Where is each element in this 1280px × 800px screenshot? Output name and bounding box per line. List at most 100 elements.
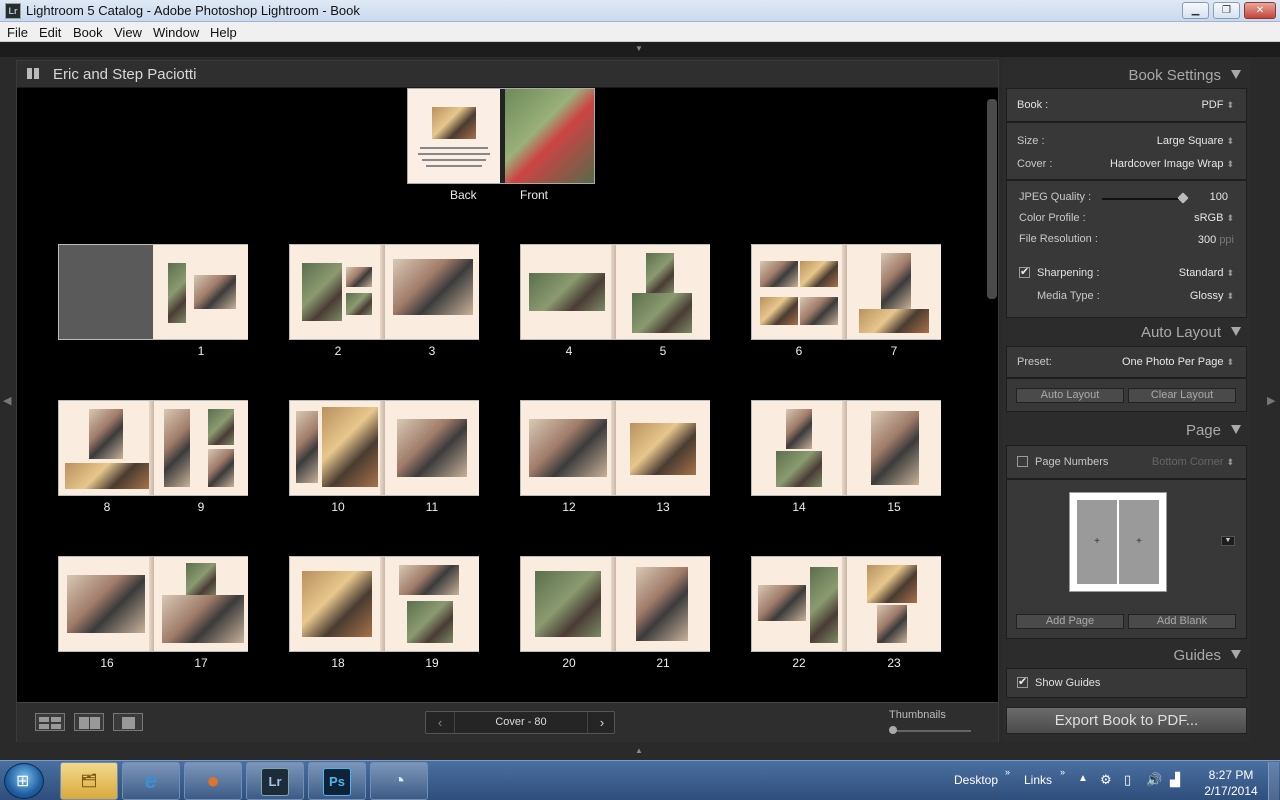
- add-page-button[interactable]: Add Page: [1016, 614, 1124, 629]
- auto-layout-header[interactable]: Auto Layout: [1003, 319, 1251, 345]
- spread-10-11[interactable]: [289, 400, 479, 496]
- jpeg-quality-value[interactable]: 100: [1210, 191, 1228, 203]
- links-chevron-icon[interactable]: »: [1060, 767, 1065, 777]
- page-16[interactable]: [59, 557, 153, 651]
- taskbar-firefox-button[interactable]: ●: [184, 762, 242, 800]
- spread-8-9[interactable]: [58, 400, 248, 496]
- page-17[interactable]: [154, 557, 248, 651]
- spread-16-17[interactable]: [58, 556, 248, 652]
- page-9[interactable]: [154, 401, 248, 495]
- right-cell-preview[interactable]: +: [1119, 500, 1159, 584]
- close-button[interactable]: ✕: [1244, 2, 1276, 19]
- menu-edit[interactable]: Edit: [39, 23, 61, 40]
- show-desktop-button[interactable]: [1268, 762, 1279, 800]
- filmstrip-toggle-icon[interactable]: ▲: [635, 746, 643, 755]
- page-13[interactable]: [616, 401, 710, 495]
- page-21[interactable]: [616, 557, 710, 651]
- auto-layout-button[interactable]: Auto Layout: [1016, 388, 1124, 403]
- single-page-view-button[interactable]: [113, 713, 143, 731]
- jpeg-quality-slider[interactable]: [1102, 198, 1182, 200]
- thumbnails-slider-knob[interactable]: [889, 726, 897, 734]
- menu-file[interactable]: File: [7, 23, 28, 40]
- top-panel-toggle-icon[interactable]: ▼: [635, 44, 643, 53]
- clear-layout-button[interactable]: Clear Layout: [1128, 388, 1236, 403]
- taskbar-other-app-button[interactable]: ◔: [370, 762, 428, 800]
- spread-22-23[interactable]: [751, 556, 941, 652]
- page-18[interactable]: [290, 557, 384, 651]
- page-4[interactable]: [521, 245, 615, 339]
- page-23[interactable]: [847, 557, 941, 651]
- page-8[interactable]: [59, 401, 153, 495]
- thumbnails-slider[interactable]: [891, 730, 971, 732]
- cover-front[interactable]: [505, 89, 594, 183]
- spread-1[interactable]: [58, 244, 248, 340]
- volume-icon[interactable]: 🔊: [1146, 772, 1162, 788]
- maximize-button[interactable]: ❐: [1213, 2, 1240, 19]
- file-resolution-field[interactable]: 300 ppi: [1198, 234, 1234, 246]
- collapse-triangle-icon[interactable]: [1231, 650, 1241, 659]
- spread-2-3[interactable]: [289, 244, 479, 340]
- spread-view-button[interactable]: [74, 713, 104, 731]
- show-guides-checkbox[interactable]: [1017, 675, 1028, 688]
- menu-view[interactable]: View: [114, 23, 142, 40]
- page-20[interactable]: [521, 557, 615, 651]
- page-header[interactable]: Page: [1003, 417, 1251, 443]
- page-6[interactable]: [752, 245, 846, 339]
- layout-dropdown-icon[interactable]: ▼: [1221, 536, 1235, 546]
- spread-14-15[interactable]: [751, 400, 941, 496]
- export-book-button[interactable]: Export Book to PDF...: [1006, 707, 1247, 734]
- guides-header[interactable]: Guides: [1003, 642, 1251, 668]
- spread-preview[interactable]: + +: [1069, 492, 1167, 592]
- spread-6-7[interactable]: [751, 244, 941, 340]
- spread-18-19[interactable]: [289, 556, 479, 652]
- scrollbar[interactable]: [987, 99, 997, 299]
- menu-help[interactable]: Help: [210, 23, 237, 40]
- taskbar-lightroom-button[interactable]: Lr: [246, 762, 304, 800]
- desktop-chevron-icon[interactable]: »: [1005, 767, 1010, 777]
- left-panel-toggle-icon[interactable]: ◀: [3, 394, 11, 407]
- spread-4-5[interactable]: [520, 244, 710, 340]
- top-panel-collapsed[interactable]: ▼: [0, 42, 1280, 57]
- page-19[interactable]: [385, 557, 479, 651]
- show-hidden-icons-icon[interactable]: ▲: [1078, 773, 1088, 784]
- spread-12-13[interactable]: [520, 400, 710, 496]
- collapse-triangle-icon[interactable]: [1231, 327, 1241, 336]
- sharpening-select[interactable]: Standard ⬍: [1179, 267, 1234, 279]
- add-blank-button[interactable]: Add Blank: [1128, 614, 1236, 629]
- page-7[interactable]: [847, 245, 941, 339]
- page-1[interactable]: [154, 245, 248, 339]
- page-12[interactable]: [521, 401, 615, 495]
- collapse-triangle-icon[interactable]: [1231, 425, 1241, 434]
- media-type-select[interactable]: Glossy ⬍: [1190, 290, 1234, 302]
- start-button[interactable]: ⊞: [4, 763, 44, 799]
- page-10[interactable]: [290, 401, 384, 495]
- network-status-icon[interactable]: ⚙: [1100, 772, 1112, 788]
- taskbar-explorer-button[interactable]: 🗂: [60, 762, 118, 800]
- left-cell-preview[interactable]: +: [1077, 500, 1117, 584]
- signal-icon[interactable]: ▟: [1170, 772, 1180, 788]
- page-3[interactable]: [385, 245, 479, 339]
- sharpening-checkbox[interactable]: [1019, 265, 1030, 278]
- book-settings-header[interactable]: Book Settings: [1003, 62, 1251, 88]
- collapse-triangle-icon[interactable]: [1231, 70, 1241, 79]
- minimize-button[interactable]: ▁: [1182, 2, 1209, 19]
- multi-page-view-button[interactable]: [35, 713, 65, 731]
- spread-20-21[interactable]: [520, 556, 710, 652]
- page-numbers-position-select[interactable]: Bottom Corner ⬍: [1152, 456, 1234, 468]
- page-22[interactable]: [752, 557, 846, 651]
- system-clock[interactable]: 8:27 PM 2/17/2014: [1200, 767, 1262, 799]
- menu-book[interactable]: Book: [73, 23, 103, 40]
- cover-select[interactable]: Hardcover Image Wrap ⬍: [1110, 158, 1234, 170]
- next-page-button[interactable]: ›: [588, 712, 616, 733]
- book-cover[interactable]: [407, 88, 595, 184]
- taskbar-photoshop-button[interactable]: Ps: [308, 762, 366, 800]
- cover-back[interactable]: [408, 89, 500, 183]
- previous-page-button[interactable]: ‹: [426, 712, 454, 733]
- page-5[interactable]: [616, 245, 710, 339]
- page-14[interactable]: [752, 401, 846, 495]
- color-profile-select[interactable]: sRGB ⬍: [1194, 212, 1234, 224]
- menu-window[interactable]: Window: [153, 23, 199, 40]
- page-2[interactable]: [290, 245, 384, 339]
- jpeg-quality-slider-knob[interactable]: [1177, 192, 1189, 204]
- book-type-select[interactable]: PDF ⬍: [1201, 99, 1234, 111]
